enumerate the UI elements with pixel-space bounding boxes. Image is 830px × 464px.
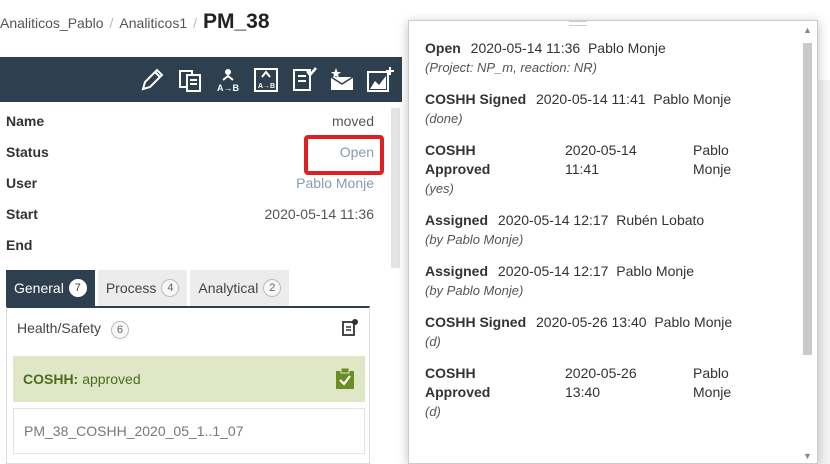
history-note: (Project: NP_m, reaction: NR) [425, 60, 597, 75]
history-note: (d) [425, 404, 441, 419]
history-state: COSHH Approved [425, 365, 491, 400]
status-highlight-box [304, 135, 384, 175]
health-safety-label: Health/Safety [17, 320, 102, 336]
add-chart-icon[interactable] [364, 64, 396, 96]
history-user: Pablo Monje [654, 314, 733, 330]
history-entry: Open 2020-05-14 11:36 Pablo Monje (Proje… [425, 39, 795, 77]
history-state: COSHH Approved [425, 142, 491, 177]
history-note: (by Pablo Monje) [425, 232, 524, 247]
history-date: 2020-05-26 13:40 [536, 314, 647, 330]
history-date: 2020-05-14 11:36 [470, 40, 581, 56]
svg-text:A→B: A→B [217, 83, 239, 93]
property-row-start: Start 2020-05-14 11:36 [0, 201, 402, 232]
history-date: 2020-05-14 12:17 [497, 212, 609, 228]
background-edge [818, 80, 830, 464]
start-label: Start [6, 206, 38, 222]
history-date: 2020-05-14 12:17 [497, 263, 609, 279]
history-user: Pablo Monje [616, 263, 695, 279]
history-state: Open [425, 40, 461, 56]
health-safety-header: Health/Safety 6 [7, 308, 369, 346]
popover-scrollbar[interactable]: ▲ ▼ [801, 25, 813, 461]
tab-process-count: 4 [161, 279, 180, 297]
breadcrumb-separator: / [109, 15, 114, 31]
history-note: (yes) [425, 181, 454, 196]
status-history-popover: Open 2020-05-14 11:36 Pablo Monje (Proje… [408, 20, 818, 464]
popover-scroll-thumb[interactable] [803, 43, 812, 355]
coshh-file-name: PM_38_COSHH_2020_05_1..1_07 [24, 423, 244, 439]
history-state: Assigned [425, 212, 489, 228]
breadcrumb-item-analiticos1[interactable]: Analiticos1 [119, 15, 187, 31]
history-state: COSHH Signed [425, 314, 527, 330]
breadcrumb-item-analiticos-pablo[interactable]: Analiticos_Pablo [0, 15, 104, 31]
start-value: 2020-05-14 11:36 [264, 206, 375, 222]
history-date: 2020-05-14 11:41 [536, 91, 646, 107]
property-row-user: User Pablo Monje [0, 170, 402, 201]
general-tab-panel: Health/Safety 6 COSHH: approved PM_38_CO… [6, 306, 370, 464]
tab-analytical[interactable]: Analytical 2 [190, 270, 290, 306]
properties-scrollbar[interactable] [391, 108, 400, 268]
clipboard-check-icon [336, 368, 354, 389]
tab-process-label: Process [105, 280, 157, 296]
breadcrumb: Analiticos_Pablo / Analiticos1 / PM_38 [0, 10, 270, 38]
user-label: User [6, 175, 38, 191]
upload-a-to-b-icon[interactable]: A→B [250, 64, 282, 96]
property-row-status: Status Open [0, 135, 402, 175]
history-entry: COSHH Signed 2020-05-14 11:41 Pablo Monj… [425, 90, 795, 128]
history-entry: Assigned 2020-05-14 12:17 Pablo Monje (b… [425, 262, 795, 300]
page-title: PM_38 [203, 10, 270, 33]
toolbar: A→B A→B [0, 57, 402, 102]
coshh-status-row[interactable]: COSHH: approved [13, 356, 365, 402]
scroll-down-icon[interactable]: ▼ [803, 451, 812, 461]
page: Analiticos_Pablo / Analiticos1 / PM_38 A… [0, 0, 830, 464]
history-entry: COSHH Approved 2020-05-14 11:41 Pablo Mo… [425, 141, 795, 198]
coshh-status-value: approved [82, 371, 141, 387]
tab-analytical-label: Analytical [198, 280, 259, 296]
scroll-up-icon[interactable]: ▲ [803, 25, 812, 35]
transfer-a-to-b-icon[interactable]: A→B [212, 64, 244, 96]
history-state: Assigned [425, 263, 489, 279]
coshh-file-item[interactable]: PM_38_COSHH_2020_05_1..1_07 [13, 408, 365, 454]
history-user: Pablo Monje [587, 40, 666, 56]
health-safety-count: 6 [110, 321, 129, 339]
status-history-list: Open 2020-05-14 11:36 Pablo Monje (Proje… [425, 39, 795, 434]
tab-process[interactable]: Process 4 [97, 270, 188, 306]
tab-general-label: General [14, 280, 64, 296]
svg-text:A→B: A→B [258, 83, 275, 90]
coshh-label: COSHH: [23, 371, 79, 387]
breadcrumb-separator: / [193, 15, 197, 31]
user-value[interactable]: Pablo Monje [296, 175, 374, 191]
history-note: (by Pablo Monje) [425, 283, 524, 298]
mail-star-icon[interactable] [326, 64, 358, 96]
history-date: 2020-05-14 11:41 [565, 142, 637, 177]
history-date: 2020-05-26 13:40 [565, 365, 637, 400]
checklist-icon[interactable] [288, 64, 320, 96]
add-document-icon[interactable] [341, 318, 359, 336]
popover-handle [569, 21, 587, 26]
edit-pencil-icon[interactable] [136, 64, 168, 96]
tab-bar: General 7 Process 4 Analytical 2 [6, 270, 292, 306]
history-user: Pablo Monje [693, 365, 732, 400]
history-entry: COSHH Signed 2020-05-26 13:40 Pablo Monj… [425, 313, 795, 351]
properties-panel: Name moved Status Open User Pablo Monje … [0, 108, 402, 263]
history-state: COSHH Signed [425, 91, 527, 107]
property-row-end: End [0, 232, 402, 263]
history-note: (d) [425, 334, 441, 349]
tab-general-count: 7 [68, 279, 87, 297]
end-label: End [6, 237, 33, 253]
name-value: moved [331, 113, 374, 129]
name-label: Name [6, 113, 45, 129]
history-entry: Assigned 2020-05-14 12:17 Rubén Lobato (… [425, 211, 795, 249]
history-user: Pablo Monje [693, 142, 732, 177]
history-entry: COSHH Approved 2020-05-26 13:40 Pablo Mo… [425, 364, 795, 421]
history-user: Rubén Lobato [616, 212, 705, 228]
tab-general[interactable]: General 7 [6, 270, 95, 306]
history-note: (done) [425, 111, 463, 126]
tab-analytical-count: 2 [263, 279, 282, 297]
status-label: Status [6, 144, 49, 160]
history-user: Pablo Monje [653, 91, 732, 107]
copy-document-icon[interactable] [174, 64, 206, 96]
